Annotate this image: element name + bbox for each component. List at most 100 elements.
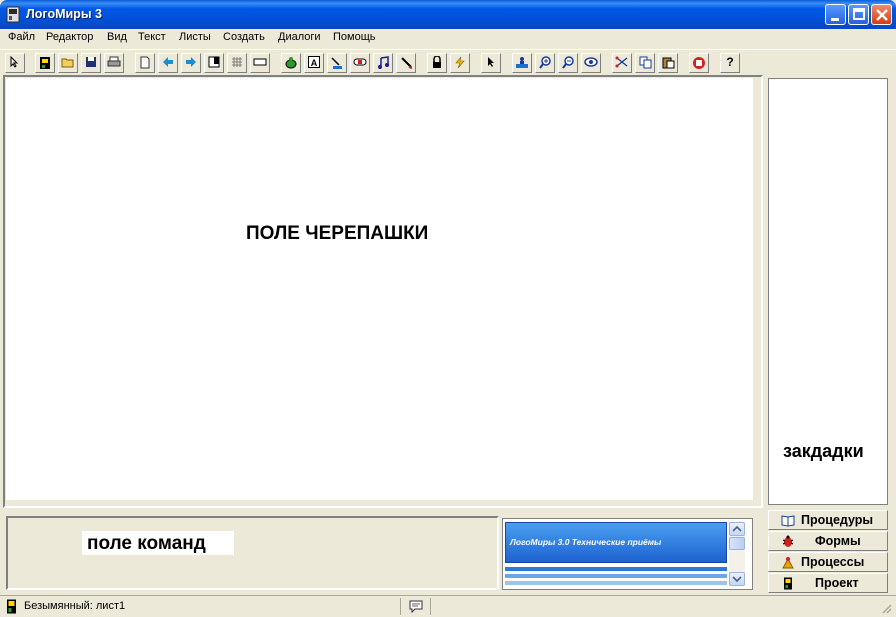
logo-project-icon [40,57,50,69]
arrow-right-icon [186,57,196,67]
music-button[interactable] [373,53,393,73]
stop-button[interactable] [689,53,709,73]
arrow-cursor-icon [488,57,494,67]
help-item-line[interactable] [505,581,727,585]
printer-icon [107,56,121,67]
menu-editor[interactable]: Редактор [46,31,93,43]
select-tool-button[interactable] [481,53,501,73]
zoom-in-button[interactable] [535,53,555,73]
command-field-label: поле команд [87,533,206,554]
app-icon [6,6,20,23]
tab-forms-label: Формы [815,534,861,548]
menu-dialogs[interactable]: Диалоги [278,31,321,43]
menu-help[interactable]: Помощь [333,31,376,43]
lock-icon [433,56,441,68]
tab-processes-label: Процессы [801,555,865,569]
music-note-icon [378,56,389,69]
paint-brush-icon [331,57,342,69]
tab-processes[interactable]: Процессы [768,552,888,572]
layout-icon [208,56,220,68]
help-button[interactable]: ? [720,53,740,73]
tabs-panel-label: закдадки [783,441,864,461]
minimize-button[interactable] [825,4,846,25]
page-layout-button[interactable] [204,53,224,73]
menu-text[interactable]: Текст [138,31,166,43]
svg-text:A: A [311,58,318,68]
menu-pages[interactable]: Листы [179,31,211,43]
help-scrollbar[interactable] [729,522,745,586]
floppy-icon [86,57,96,67]
project-icon [7,599,16,614]
question-mark-icon: ? [726,55,734,69]
help-item-line[interactable] [505,567,727,571]
process-icon [782,557,794,569]
zoom-out-button[interactable] [558,53,578,73]
turtle-field[interactable] [6,78,753,500]
help-banner-text: ЛогоМиры 3.0 Технические приёмы [510,537,662,547]
text-box-button[interactable]: A [304,53,324,73]
menu-bar: Файл Редактор Вид Текст Листы Создать Ди… [0,29,896,48]
close-button[interactable] [871,4,892,25]
status-project-name: Безымянный: лист1 [24,600,126,612]
cut-button[interactable] [612,53,632,73]
tab-project-label: Проект [815,576,859,590]
paste-icon [662,57,674,69]
toolbar: A ? [0,49,896,74]
bug-icon [782,535,794,547]
menu-file[interactable]: Файл [8,31,35,43]
maximize-button[interactable] [848,4,869,25]
help-banner[interactable]: ЛогоМиры 3.0 Технические приёмы [505,522,727,563]
print-button[interactable] [104,53,124,73]
open-button[interactable] [58,53,78,73]
pointer-tool-button[interactable] [5,53,25,73]
next-page-button[interactable] [181,53,201,73]
paint-button[interactable] [327,53,347,73]
chevron-up-icon [732,525,742,532]
zoom-out-icon [561,56,574,69]
rectangle-icon [253,58,267,66]
grid-icon [232,57,242,67]
save-button[interactable] [81,53,101,73]
tab-procedures[interactable]: Процедуры [768,510,888,530]
zoom-in-icon [538,56,551,69]
paste-button[interactable] [658,53,678,73]
status-bar: Безымянный: лист1 [0,595,896,617]
menu-create[interactable]: Создать [223,31,265,43]
turtle-button[interactable] [281,53,301,73]
tab-project[interactable]: Проект [768,573,888,593]
copy-icon [639,56,651,69]
slider-button[interactable] [396,53,416,73]
button-widget-icon [353,58,367,66]
prev-page-button[interactable] [158,53,178,73]
project-button[interactable] [35,53,55,73]
window-title: ЛогоМиры 3 [26,7,102,21]
new-page-icon [140,56,150,69]
lock-button[interactable] [427,53,447,73]
speech-bubble-icon[interactable] [408,599,424,614]
scroll-thumb[interactable] [729,537,745,550]
title-bar[interactable]: ЛогоМиры 3 [0,0,896,29]
menu-view[interactable]: Вид [107,31,127,43]
new-page-button[interactable] [135,53,155,73]
book-icon [781,515,795,527]
turtle-field-label: ПОЛЕ ЧЕРЕПАШКИ [246,223,429,244]
view-button[interactable] [581,53,601,73]
grid-button[interactable] [227,53,247,73]
text-a-icon: A [308,56,320,68]
run-button[interactable] [450,53,470,73]
stop-hand-icon [693,57,705,69]
command-field[interactable] [6,516,499,590]
pen-icon [400,57,412,69]
rectangle-button[interactable] [250,53,270,73]
stamp-button[interactable] [512,53,532,73]
add-button-button[interactable] [350,53,370,73]
copy-button[interactable] [635,53,655,73]
status-separator [430,598,431,615]
tab-forms[interactable]: Формы [768,531,888,551]
scroll-up-button[interactable] [729,522,745,536]
eye-icon [584,57,598,67]
scroll-down-button[interactable] [729,572,745,586]
help-item-line[interactable] [505,574,727,578]
resize-grip-icon[interactable] [880,602,892,614]
turtle-icon [285,57,297,69]
